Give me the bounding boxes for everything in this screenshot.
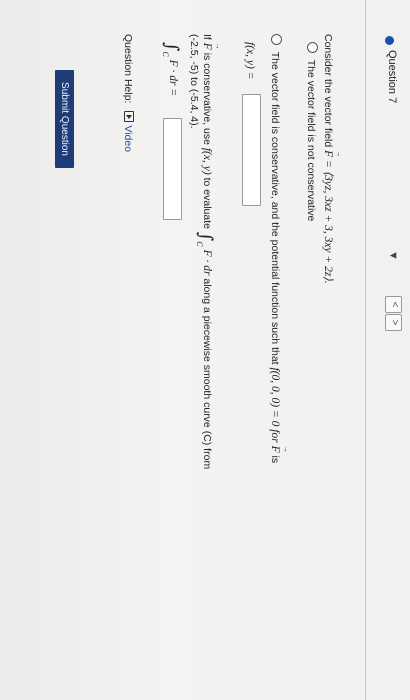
radio-conservative[interactable] bbox=[271, 34, 282, 45]
potential-condition: f(0, 0, 0) = 0 for bbox=[269, 367, 281, 443]
integral-value-input[interactable] bbox=[163, 118, 182, 220]
integral-label: F · dr = bbox=[167, 59, 179, 97]
option-conservative-label: The vector field is conservative, and th… bbox=[269, 51, 281, 365]
integral-subscript: C bbox=[195, 241, 204, 247]
endpoints-text: (-2.5, -5) to (-5.4, 4). bbox=[188, 34, 200, 129]
field-formula: F = ⟨3yz, 3xz + 3, 3xy + 2z⟩. bbox=[322, 150, 334, 284]
field-definition: = ⟨3yz, 3xz + 3, 3xy + 2z⟩. bbox=[322, 157, 334, 284]
question-prompt: Consider the vector field F = ⟨3yz, 3xz … bbox=[322, 34, 336, 284]
evaluate-to: to evaluate bbox=[201, 177, 213, 229]
potential-function-row: f(x, y) = bbox=[244, 42, 256, 79]
field-symbol: F bbox=[269, 446, 281, 453]
potential-function-input[interactable] bbox=[242, 94, 261, 206]
next-question-button[interactable]: > bbox=[385, 314, 402, 331]
video-link[interactable]: Video bbox=[122, 125, 134, 152]
potential-ref: f(x, y) bbox=[201, 147, 213, 175]
evaluate-suffix: along a piecewise smooth curve (C) from bbox=[201, 278, 213, 470]
submit-question-button[interactable]: Submit Question bbox=[55, 70, 74, 168]
integral-sign-icon: ∫ bbox=[195, 231, 216, 242]
option-not-conservative[interactable]: The vector field is not conservative bbox=[305, 42, 318, 221]
dropdown-caret-icon[interactable]: ▼ bbox=[387, 250, 399, 261]
question-selector[interactable]: Question 7 bbox=[386, 50, 398, 103]
evaluate-if: If bbox=[201, 34, 213, 40]
field-symbol: F bbox=[201, 43, 213, 50]
radio-not-conservative[interactable] bbox=[307, 42, 318, 53]
integral-sign-icon: ∫ bbox=[161, 42, 182, 52]
line-integral-expression: F · dr bbox=[201, 249, 213, 276]
question-page: Question 7 ▼ < > Consider the vector fie… bbox=[0, 0, 410, 700]
evaluate-mid: is conservative, use bbox=[201, 52, 213, 145]
integral-subscript: C bbox=[161, 51, 170, 57]
question-help-label: Question Help: bbox=[122, 34, 134, 104]
status-dot-icon bbox=[385, 36, 394, 45]
question-header: Question 7 ▼ < > bbox=[365, 0, 410, 700]
option-conservative[interactable]: The vector field is conservative, and th… bbox=[269, 34, 282, 463]
screen: Question 7 ▼ < > Consider the vector fie… bbox=[0, 0, 410, 700]
prompt-text: Consider the vector field bbox=[322, 34, 334, 148]
field-symbol: F bbox=[322, 150, 334, 157]
integral-row: ∫C F · dr = bbox=[161, 42, 182, 96]
previous-question-button[interactable]: < bbox=[385, 296, 402, 313]
question-help-row: Question Help: Video bbox=[122, 34, 134, 152]
potential-label: f(x, y) = bbox=[244, 42, 256, 80]
option-conservative-suffix: is bbox=[269, 452, 281, 464]
video-icon[interactable] bbox=[124, 111, 134, 123]
curve-endpoints: (-2.5, -5) to (-5.4, 4). bbox=[188, 34, 200, 129]
option-not-conservative-label: The vector field is not conservative bbox=[305, 59, 317, 222]
